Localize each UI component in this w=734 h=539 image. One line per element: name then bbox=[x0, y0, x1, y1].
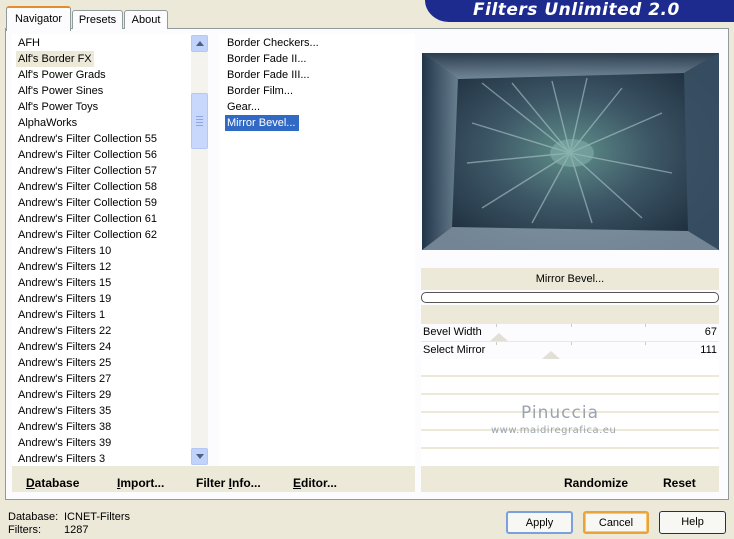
category-item[interactable]: Andrew's Filters 12 bbox=[18, 259, 111, 275]
filter-item[interactable]: Border Fade III... bbox=[227, 67, 310, 83]
category-item[interactable]: Alf's Power Sines bbox=[18, 83, 103, 99]
database-label: Database: bbox=[8, 511, 59, 523]
param-value: 111 bbox=[700, 344, 717, 356]
category-item[interactable]: Andrew's Filters 38 bbox=[18, 419, 111, 435]
category-list[interactable]: AFH Alf's Border FX Alf's Power Grads Alf's… bbox=[12, 34, 208, 466]
category-item[interactable]: Andrew's Filter Collection 55 bbox=[18, 131, 157, 147]
scroll-down-button[interactable] bbox=[191, 448, 208, 465]
category-item[interactable]: Andrew's Filter Collection 62 bbox=[18, 227, 157, 243]
editor-button[interactable]: Editor... bbox=[293, 476, 337, 490]
filters-label: Filters: bbox=[8, 524, 41, 536]
category-item[interactable]: Andrew's Filters 24 bbox=[18, 339, 111, 355]
empty-param-row bbox=[421, 375, 719, 391]
category-item[interactable]: Andrew's Filters 10 bbox=[18, 243, 111, 259]
watermark-name: Pinuccia bbox=[521, 403, 599, 423]
filter-item[interactable]: Border Checkers... bbox=[227, 35, 319, 51]
category-item[interactable]: Alf's Power Grads bbox=[18, 67, 106, 83]
filter-item[interactable]: Border Film... bbox=[227, 83, 293, 99]
watermark-site: www.maidiregrafica.eu bbox=[491, 425, 617, 436]
slider-thumb[interactable] bbox=[490, 333, 508, 341]
database-button[interactable]: Database bbox=[26, 476, 79, 490]
scroll-thumb[interactable] bbox=[191, 93, 208, 149]
reset-button[interactable]: Reset bbox=[663, 476, 696, 490]
title-banner: Filters Unlimited 2.0 bbox=[425, 0, 734, 22]
category-item[interactable]: Alf's Power Toys bbox=[18, 99, 98, 115]
category-item[interactable]: Andrew's Filter Collection 59 bbox=[18, 195, 157, 211]
chevron-up-icon bbox=[196, 41, 204, 46]
slider-thumb[interactable] bbox=[542, 351, 560, 359]
progress-bar bbox=[421, 292, 719, 303]
preview-image bbox=[422, 53, 719, 250]
category-item[interactable]: Andrew's Filter Collection 61 bbox=[18, 211, 157, 227]
param-value: 67 bbox=[704, 326, 717, 338]
category-item[interactable]: Andrew's Filter Collection 57 bbox=[18, 163, 157, 179]
filter-item[interactable]: Mirror Bevel... bbox=[225, 115, 300, 131]
scroll-up-button[interactable] bbox=[191, 35, 208, 52]
category-item[interactable]: Andrew's Filters 35 bbox=[18, 403, 111, 419]
category-item[interactable]: Andrew's Filters 22 bbox=[18, 323, 111, 339]
database-value: ICNET-Filters bbox=[64, 511, 130, 523]
category-item[interactable]: Andrew's Filters 3 bbox=[18, 451, 105, 466]
param-row-bevel-width[interactable]: Bevel Width 67 bbox=[421, 323, 719, 341]
filters-count: 1287 bbox=[64, 524, 89, 536]
tab-presets[interactable]: Presets bbox=[72, 10, 123, 29]
category-item[interactable]: Alf's Border FX bbox=[16, 51, 94, 67]
chevron-down-icon bbox=[196, 454, 204, 459]
preview-filter-name: Mirror Bevel... bbox=[535, 273, 605, 285]
help-button[interactable]: Help bbox=[659, 511, 726, 534]
empty-param-row bbox=[421, 447, 719, 463]
title-text: Filters Unlimited 2.0 bbox=[473, 0, 680, 20]
param-label: Bevel Width bbox=[423, 326, 482, 338]
filter-info-button[interactable]: Filter Info... bbox=[196, 476, 261, 490]
category-item[interactable]: Andrew's Filters 29 bbox=[18, 387, 111, 403]
category-item[interactable]: Andrew's Filters 25 bbox=[18, 355, 111, 371]
category-item[interactable]: Andrew's Filter Collection 58 bbox=[18, 179, 157, 195]
filter-list[interactable]: Border Checkers... Border Fade II... Borde… bbox=[219, 34, 415, 466]
param-row-select-mirror[interactable]: Select Mirror 111 bbox=[421, 341, 719, 359]
import-button[interactable]: Import... bbox=[117, 476, 164, 490]
category-item[interactable]: AlphaWorks bbox=[18, 115, 77, 131]
randomize-button[interactable]: Randomize bbox=[564, 476, 628, 490]
category-item[interactable]: Andrew's Filters 39 bbox=[18, 435, 111, 451]
filter-item[interactable]: Gear... bbox=[227, 99, 260, 115]
category-item[interactable]: Andrew's Filters 15 bbox=[18, 275, 111, 291]
category-item[interactable]: Andrew's Filters 27 bbox=[18, 371, 111, 387]
category-item[interactable]: Andrew's Filters 1 bbox=[18, 307, 105, 323]
tab-about[interactable]: About bbox=[124, 10, 168, 29]
param-spacer bbox=[421, 305, 719, 323]
category-scrollbar[interactable] bbox=[191, 35, 208, 465]
tab-navigator[interactable]: Navigator bbox=[6, 6, 71, 31]
filter-item[interactable]: Border Fade II... bbox=[227, 51, 306, 67]
category-item[interactable]: Andrew's Filters 19 bbox=[18, 291, 111, 307]
param-label: Select Mirror bbox=[423, 344, 486, 356]
category-item[interactable]: AFH bbox=[18, 35, 40, 51]
apply-button[interactable]: Apply bbox=[506, 511, 573, 534]
category-item[interactable]: Andrew's Filter Collection 56 bbox=[18, 147, 157, 163]
cancel-button[interactable]: Cancel bbox=[583, 511, 649, 534]
